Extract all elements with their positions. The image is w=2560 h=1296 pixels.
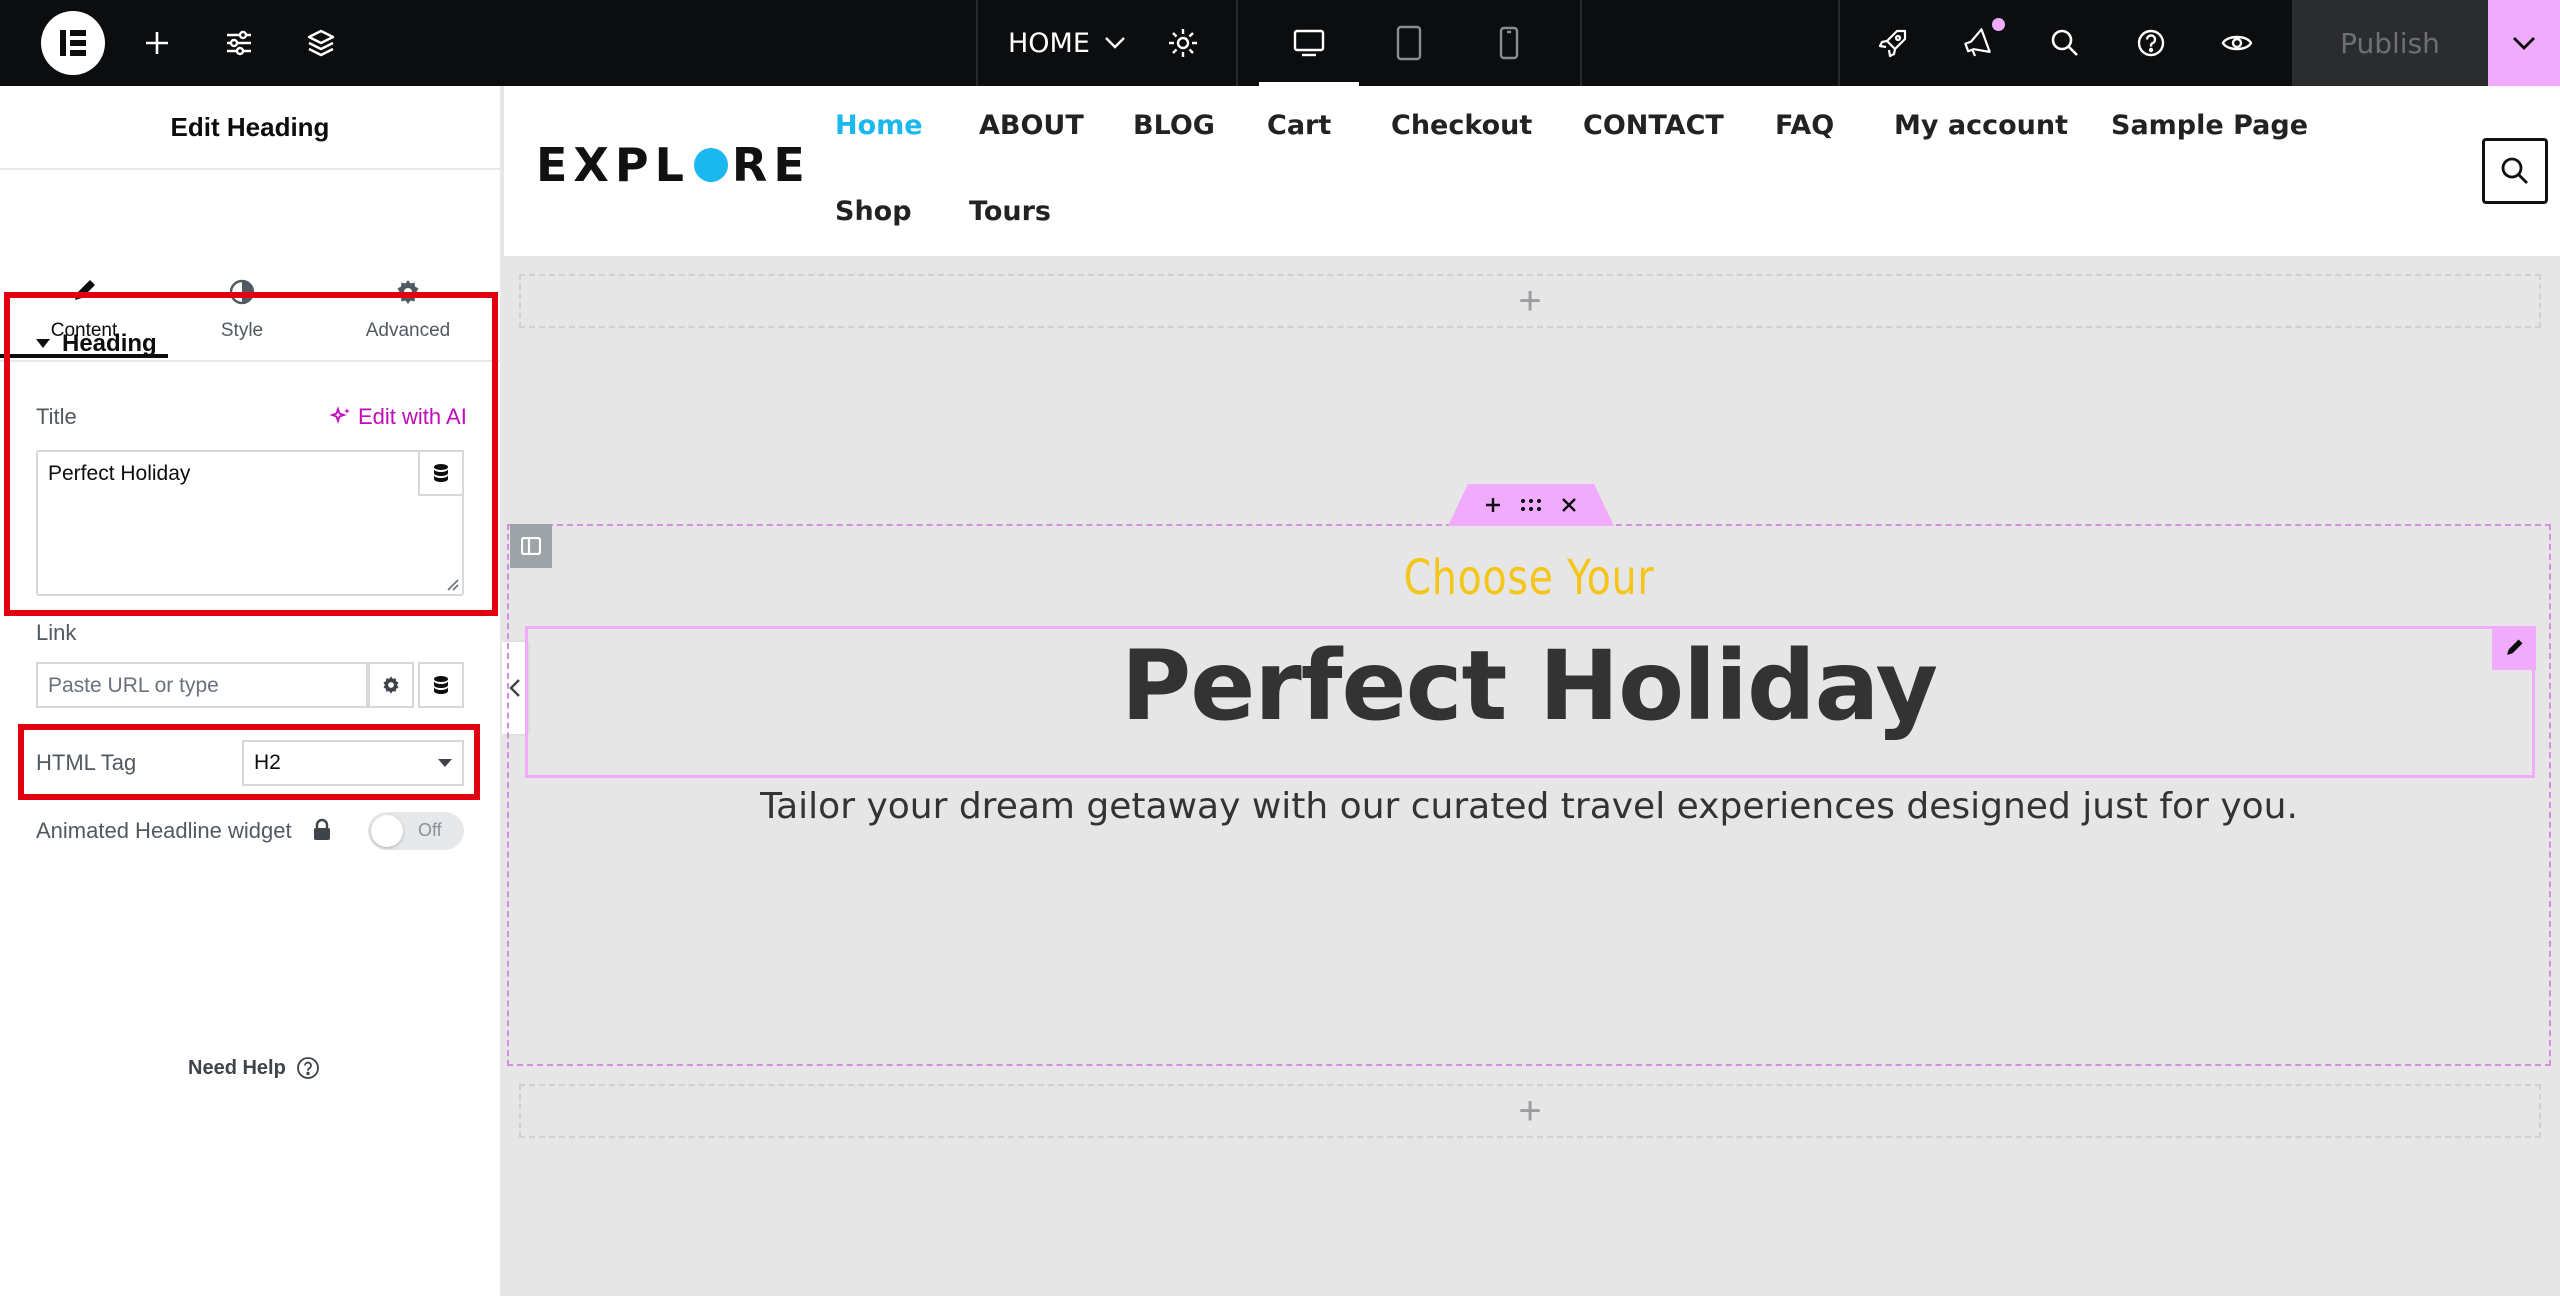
link-options-button[interactable]: [368, 662, 414, 708]
nav-sample-page[interactable]: Sample Page: [2111, 110, 2308, 141]
site-search-button[interactable]: [2482, 138, 2548, 204]
need-help-link[interactable]: Need Help: [188, 1056, 320, 1080]
highlight-html-tag: [18, 724, 480, 800]
animated-headline-label: Animated Headline widget: [36, 818, 292, 843]
nav-about[interactable]: ABOUT: [979, 110, 1084, 141]
chevron-down-icon: [2513, 37, 2535, 50]
panel-title: Edit Heading: [0, 86, 500, 170]
link-input[interactable]: Paste URL or type: [36, 662, 368, 708]
toggle-knob: [371, 815, 403, 847]
layers-icon[interactable]: [298, 0, 344, 86]
column-handle-icon[interactable]: [510, 524, 552, 568]
toggle-state: Off: [418, 820, 442, 840]
chevron-down-icon: [1105, 37, 1125, 49]
tablet-icon[interactable]: [1386, 0, 1432, 86]
mobile-icon[interactable]: [1486, 0, 1532, 86]
eye-icon[interactable]: [2214, 0, 2260, 86]
elementor-logo-icon[interactable]: [41, 11, 105, 75]
rocket-icon[interactable]: [1870, 0, 1916, 86]
main-heading[interactable]: Perfect Holiday: [507, 630, 2551, 742]
top-bar: HOME Publish: [0, 0, 2560, 86]
nav-tours[interactable]: Tours: [969, 196, 1051, 227]
add-section-zone-bottom[interactable]: +: [519, 1084, 2541, 1138]
megaphone-icon[interactable]: [1956, 0, 2002, 86]
database-icon: [434, 676, 448, 694]
site-logo[interactable]: EXPL RE: [536, 138, 811, 192]
publish-options-button[interactable]: [2488, 0, 2560, 86]
description-text[interactable]: Tailor your dream getaway with our curat…: [507, 786, 2551, 827]
logo-text-right: RE: [731, 138, 811, 192]
nav-faq[interactable]: FAQ: [1775, 110, 1834, 141]
help-icon[interactable]: [2128, 0, 2174, 86]
lock-icon: [314, 818, 330, 840]
link-label: Link: [36, 620, 77, 645]
nav-checkout[interactable]: Checkout: [1391, 110, 1532, 141]
logo-dot: [693, 148, 728, 182]
nav-shop[interactable]: Shop: [835, 196, 912, 227]
search-icon: [2501, 157, 2528, 184]
editor-panel: Edit Heading Content Style Advanced Head…: [0, 86, 502, 1296]
close-icon[interactable]: [1561, 497, 1577, 513]
logo-text-left: EXPL: [536, 138, 690, 192]
section-toolbar: [1448, 484, 1614, 526]
pencil-icon: [2507, 639, 2523, 655]
dynamic-tags-link-button[interactable]: [418, 662, 464, 708]
help-icon: [296, 1057, 319, 1079]
nav-blog[interactable]: BLOG: [1133, 110, 1215, 141]
nav-contact[interactable]: CONTACT: [1583, 110, 1724, 141]
edit-widget-button[interactable]: [2492, 626, 2536, 670]
search-icon[interactable]: [2042, 0, 2088, 86]
add-icon[interactable]: [134, 0, 180, 86]
page-selector[interactable]: HOME: [978, 0, 1126, 86]
publish-button[interactable]: Publish: [2292, 0, 2488, 86]
desktop-icon[interactable]: [1259, 0, 1359, 86]
subheading-text[interactable]: Choose Your: [691, 550, 2367, 606]
page-name: HOME: [1008, 27, 1090, 59]
site-header: EXPL RE Home ABOUT BLOG Cart Checkout CON…: [504, 86, 2560, 256]
need-help-label: Need Help: [188, 1056, 286, 1079]
drag-handle-icon[interactable]: [1520, 498, 1542, 512]
nav-cart[interactable]: Cart: [1267, 110, 1331, 141]
animated-headline-toggle[interactable]: Off: [368, 812, 464, 850]
highlight-heading-section: [4, 292, 498, 616]
nav-home[interactable]: Home: [835, 110, 923, 141]
add-section-zone-top[interactable]: +: [519, 274, 2541, 328]
gear-icon: [383, 676, 399, 694]
nav-my-account[interactable]: My account: [1894, 110, 2068, 141]
add-icon[interactable]: [1485, 497, 1501, 513]
page-settings-gear-icon[interactable]: [1160, 0, 1206, 86]
notification-dot: [1992, 18, 2005, 31]
sliders-icon[interactable]: [216, 0, 262, 86]
